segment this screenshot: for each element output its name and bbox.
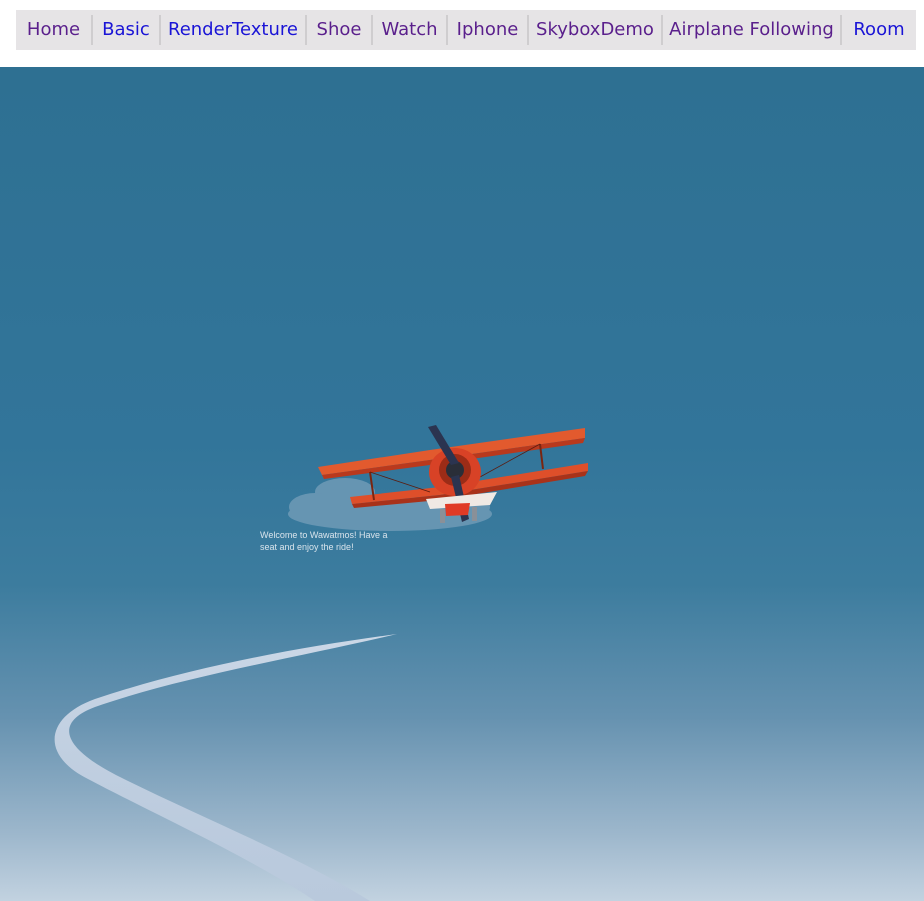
nav-link-rendertexture[interactable]: RenderTexture bbox=[161, 15, 307, 45]
nav-link-skyboxdemo[interactable]: SkyboxDemo bbox=[529, 15, 663, 45]
nav-link-airplane-following[interactable]: Airplane Following bbox=[663, 15, 842, 45]
nav-link-basic[interactable]: Basic bbox=[93, 15, 161, 45]
nav-link-room[interactable]: Room bbox=[842, 15, 916, 45]
nav-link-iphone[interactable]: Iphone bbox=[448, 15, 529, 45]
winding-path bbox=[54, 634, 397, 901]
welcome-message: Welcome to Wawatmos! Have a seat and enj… bbox=[260, 530, 388, 552]
3d-scene-canvas[interactable]: Welcome to Wawatmos! Have a seat and enj… bbox=[0, 67, 924, 901]
nav-link-watch[interactable]: Watch bbox=[373, 15, 448, 45]
nav-link-shoe[interactable]: Shoe bbox=[307, 15, 373, 45]
nav-link-home[interactable]: Home bbox=[16, 15, 93, 45]
main-nav: Home Basic RenderTexture Shoe Watch Ipho… bbox=[16, 10, 916, 50]
top-bar: Home Basic RenderTexture Shoe Watch Ipho… bbox=[0, 0, 924, 67]
scene-graphics bbox=[54, 425, 588, 901]
